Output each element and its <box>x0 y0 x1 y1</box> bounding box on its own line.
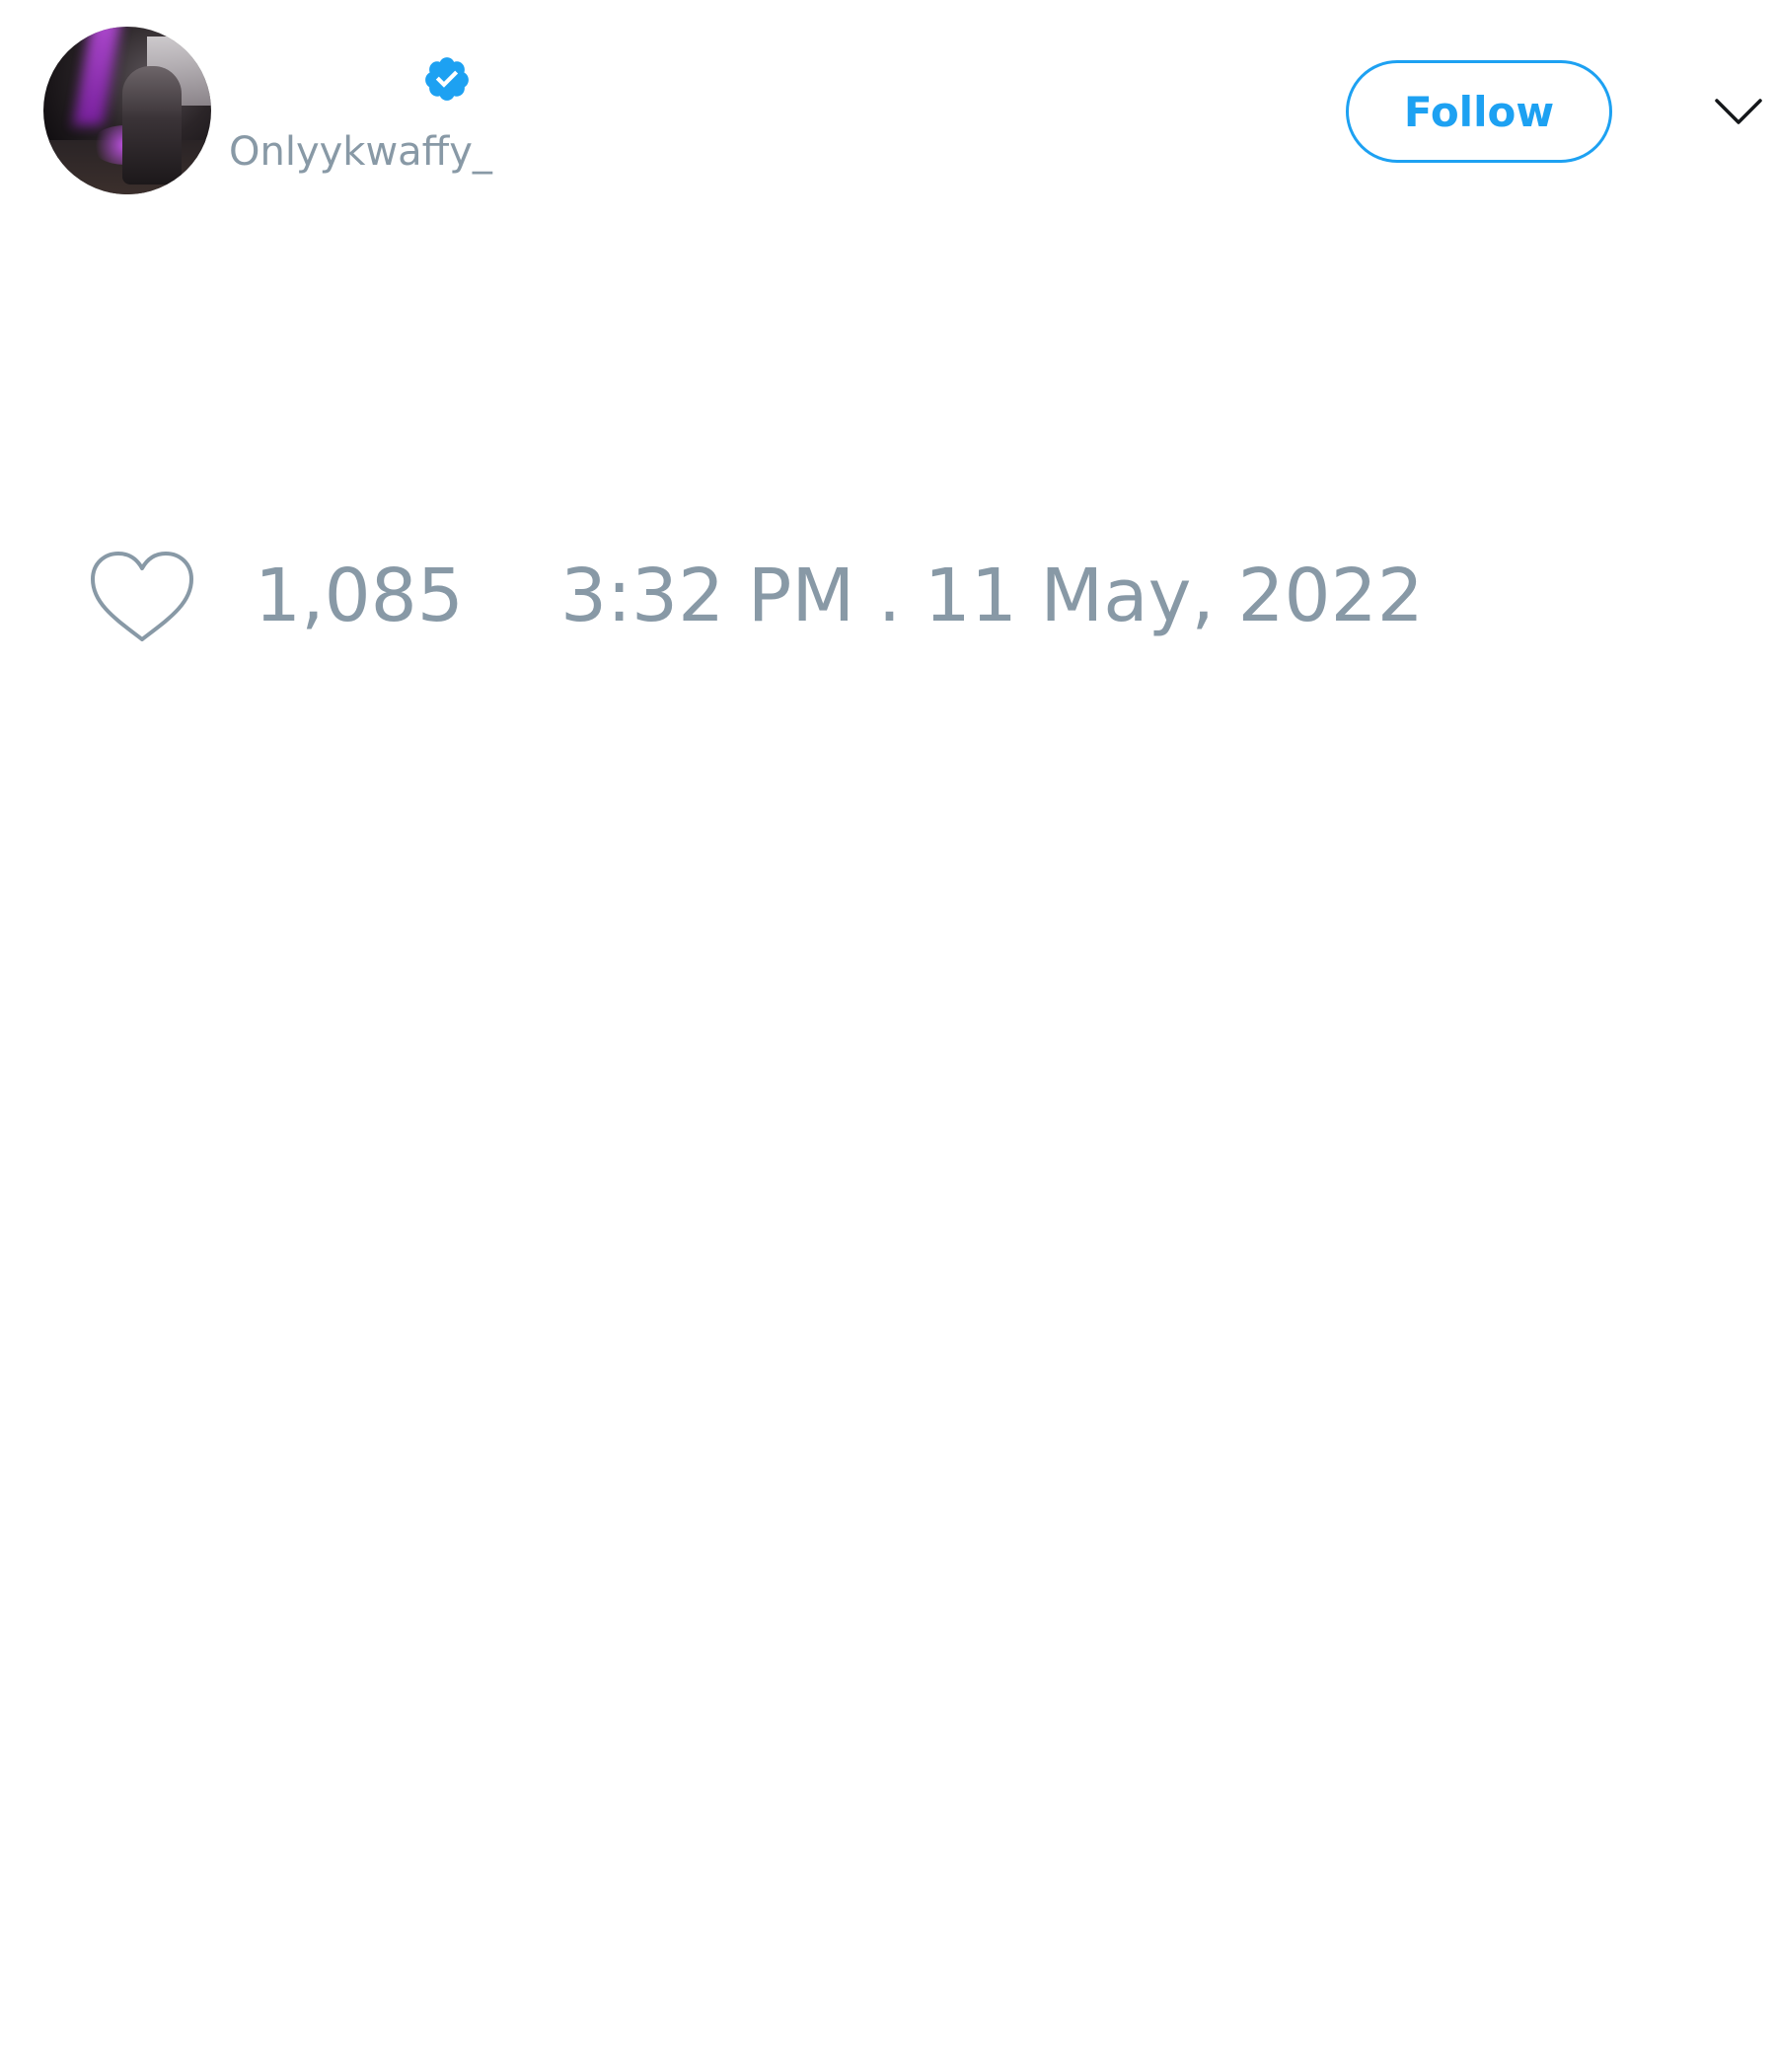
avatar[interactable] <box>43 27 211 194</box>
tweet-card: Onlyykwaffy_ Follow 1,085 3:32 PM . 11 M… <box>0 0 1776 2072</box>
tweet-meta-row: 1,085 3:32 PM . 11 May, 2022 <box>0 541 1776 649</box>
tweet-timestamp[interactable]: 3:32 PM . 11 May, 2022 <box>560 549 1424 643</box>
heart-outline-icon[interactable] <box>87 549 197 647</box>
author-handle[interactable]: Onlyykwaffy_ <box>229 126 492 178</box>
verified-badge-icon <box>425 57 469 101</box>
tweet-header: Onlyykwaffy_ Follow <box>0 0 1776 227</box>
chevron-down-icon[interactable] <box>1709 89 1768 133</box>
follow-button[interactable]: Follow <box>1346 60 1612 163</box>
like-count: 1,085 <box>255 554 464 638</box>
